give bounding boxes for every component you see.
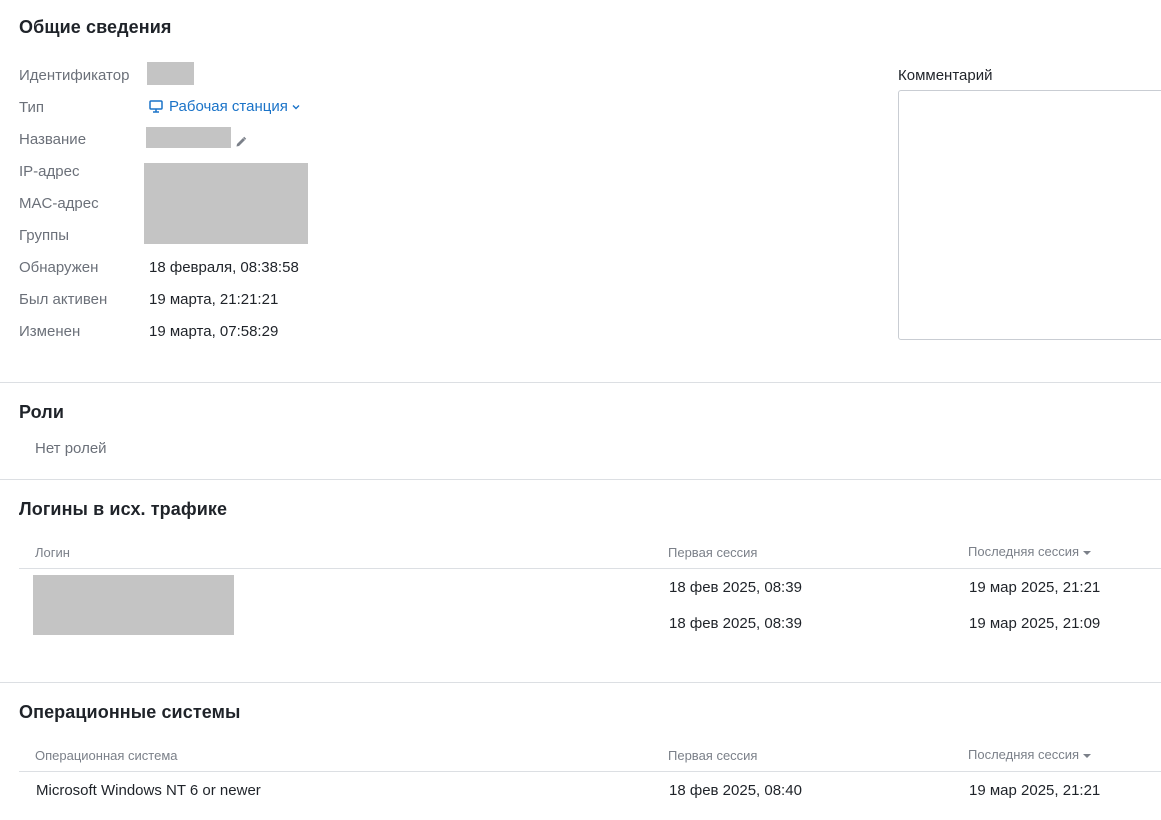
os-col-last-label: Последняя сессия	[968, 747, 1080, 762]
divider-general	[0, 382, 1161, 383]
os-col-first[interactable]: Первая сессия	[668, 748, 757, 763]
name-value-redacted	[146, 127, 231, 148]
label-ip: IP-адрес	[19, 163, 80, 180]
logins-col-last[interactable]: Последняя сессия	[968, 544, 1092, 559]
os-col-last[interactable]: Последняя сессия	[968, 747, 1092, 762]
logins-header-rule	[19, 568, 1161, 569]
section-title-logins: Логины в исх. трафике	[19, 499, 228, 519]
os-col-name[interactable]: Операционная система	[35, 748, 178, 763]
roles-empty-text: Нет ролей	[35, 440, 107, 457]
comment-textarea[interactable]	[898, 90, 1161, 340]
discovered-value: 18 февраля, 08:38:58	[149, 259, 299, 276]
section-title-general: Общие сведения	[19, 17, 172, 37]
monitor-icon	[149, 100, 163, 113]
label-last-active: Был активен	[19, 291, 108, 308]
chevron-down-icon	[292, 104, 300, 110]
label-id: Идентификатор	[19, 67, 130, 84]
section-title-os: Операционные системы	[19, 702, 241, 722]
ip-mac-groups-redacted	[144, 163, 308, 244]
login-values-redacted	[33, 575, 234, 635]
pencil-icon[interactable]	[235, 135, 247, 153]
logins-row-2-first: 18 фев 2025, 08:39	[669, 615, 802, 632]
divider-logins	[0, 682, 1161, 683]
os-row-1-name: Microsoft Windows NT 6 or newer	[36, 782, 261, 799]
section-title-roles: Роли	[19, 402, 65, 422]
last-active-value: 19 марта, 21:21:21	[149, 291, 279, 308]
label-type: Тип	[19, 99, 45, 116]
sort-desc-icon	[1083, 550, 1092, 555]
label-name: Название	[19, 131, 87, 148]
type-value: Рабочая станция	[169, 98, 288, 115]
id-value-redacted	[147, 62, 194, 85]
type-dropdown[interactable]: Рабочая станция	[149, 98, 300, 115]
label-groups: Группы	[19, 227, 69, 244]
modified-value: 19 марта, 07:58:29	[149, 323, 279, 340]
os-row-1-first: 18 фев 2025, 08:40	[669, 782, 802, 799]
logins-col-last-label: Последняя сессия	[968, 544, 1080, 559]
logins-col-first[interactable]: Первая сессия	[668, 545, 757, 560]
comment-label: Комментарий	[898, 67, 993, 84]
label-modified: Изменен	[19, 323, 81, 340]
label-mac: MAC-адрес	[19, 195, 99, 212]
logins-row-2-last: 19 мар 2025, 21:09	[969, 615, 1101, 632]
os-header-rule	[19, 771, 1161, 772]
logins-col-login[interactable]: Логин	[35, 545, 70, 560]
label-discovered: Обнаружен	[19, 259, 99, 276]
logins-row-1-last: 19 мар 2025, 21:21	[969, 579, 1101, 596]
logins-row-1-first: 18 фев 2025, 08:39	[669, 579, 802, 596]
divider-roles	[0, 479, 1161, 480]
os-row-1-last: 19 мар 2025, 21:21	[969, 782, 1101, 799]
sort-desc-icon	[1083, 753, 1092, 758]
